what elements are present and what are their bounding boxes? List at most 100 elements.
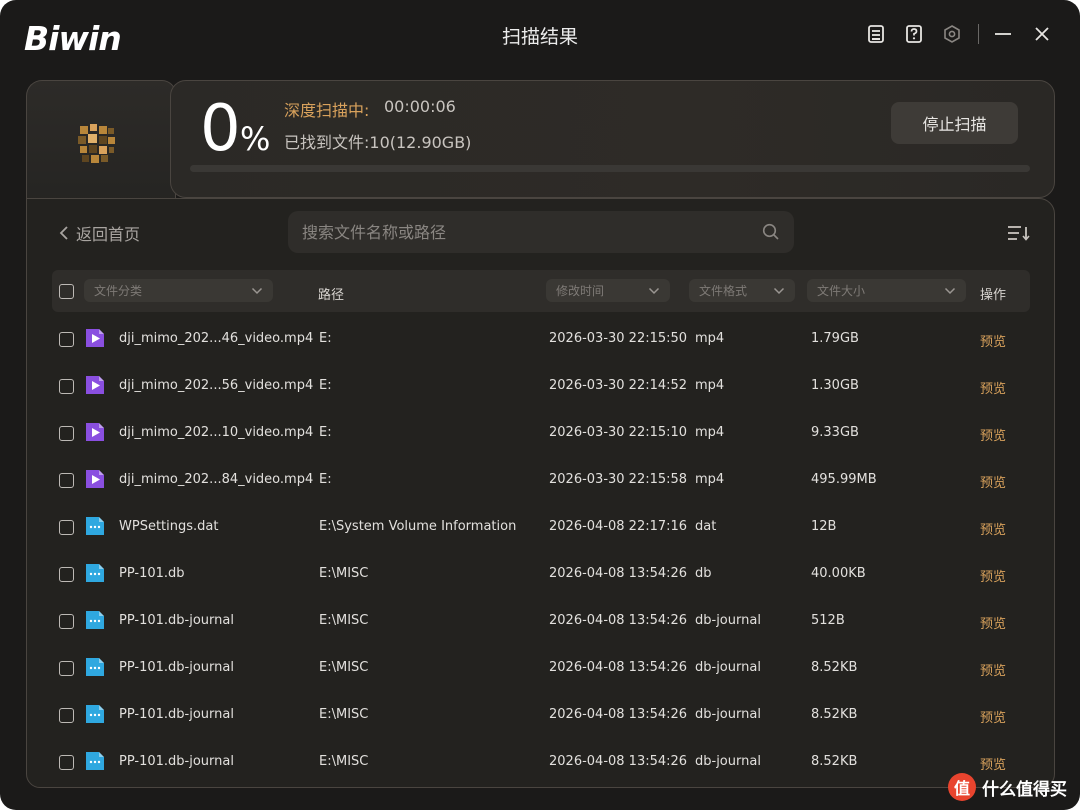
table-row[interactable]: dji_mimo_202...84_video.mp4 E: 2026-03-30 … [52, 458, 1030, 504]
file-size: 1.79GB [811, 331, 859, 346]
close-icon [1035, 27, 1049, 41]
file-name: PP-101.db [119, 566, 185, 581]
scan-found-count: 已找到文件:10(12.90GB) [284, 133, 472, 152]
preview-link[interactable]: 预览 [980, 331, 1006, 350]
table-row[interactable]: dji_mimo_202...46_video.mp4 E: 2026-03-30 … [52, 317, 1030, 363]
row-checkbox[interactable] [59, 473, 74, 488]
table-row[interactable]: WPSettings.dat E:\System Volume Informati… [52, 505, 1030, 551]
file-format: db-journal [695, 660, 761, 675]
file-format: db-journal [695, 707, 761, 722]
file-format: mp4 [695, 425, 725, 440]
file-size: 495.99MB [811, 472, 877, 487]
file-modified-time: 2026-03-30 22:15:58 [549, 472, 688, 487]
file-name: PP-101.db-journal [119, 707, 234, 722]
help-button[interactable] [902, 22, 926, 46]
preview-link[interactable]: 预览 [980, 707, 1006, 726]
sort-icon[interactable] [1006, 222, 1030, 244]
file-size: 8.52KB [811, 707, 858, 722]
minimize-button[interactable] [991, 22, 1015, 46]
scan-percent: 0 [200, 92, 241, 166]
preview-link[interactable]: 预览 [980, 660, 1006, 679]
file-modified-time: 2026-04-08 13:54:26 [549, 754, 688, 769]
back-home-link[interactable]: 返回首页 [58, 222, 140, 244]
preview-link[interactable]: 预览 [980, 566, 1006, 585]
select-all-checkbox[interactable] [59, 284, 74, 299]
preview-link[interactable]: 预览 [980, 472, 1006, 491]
row-checkbox[interactable] [59, 614, 74, 629]
close-button[interactable] [1030, 22, 1054, 46]
file-name: PP-101.db-journal [119, 613, 234, 628]
video-file-icon [86, 470, 104, 488]
preview-link[interactable]: 预览 [980, 425, 1006, 444]
file-path: E: [319, 472, 332, 487]
file-size: 1.30GB [811, 378, 859, 393]
table-row[interactable]: dji_mimo_202...56_video.mp4 E: 2026-03-30 … [52, 364, 1030, 410]
file-path: E:\MISC [319, 566, 369, 581]
row-checkbox[interactable] [59, 426, 74, 441]
row-checkbox[interactable] [59, 379, 74, 394]
file-modified-time: 2026-03-30 22:14:52 [549, 378, 688, 393]
file-modified-time: 2026-04-08 13:54:26 [549, 613, 688, 628]
path-column-header: 路径 [318, 288, 345, 303]
chevron-down-icon [773, 287, 785, 294]
file-modified-time: 2026-03-30 22:15:50 [549, 331, 688, 346]
search-icon[interactable] [762, 223, 780, 241]
row-checkbox[interactable] [59, 755, 74, 770]
help-icon [906, 25, 922, 43]
preview-link[interactable]: 预览 [980, 613, 1006, 632]
settings-button[interactable] [940, 22, 964, 46]
file-format: db-journal [695, 754, 761, 769]
file-path: E:\MISC [319, 707, 369, 722]
table-row[interactable]: PP-101.db-journal E:\MISC 2026-04-08 13:54… [52, 693, 1030, 739]
scan-progress-bar [190, 165, 1030, 172]
file-format: mp4 [695, 331, 725, 346]
file-name: dji_mimo_202...56_video.mp4 [119, 378, 314, 393]
row-checkbox[interactable] [59, 567, 74, 582]
watermark: 值 什么值得买 [948, 768, 1067, 806]
disk-manager-button[interactable] [864, 22, 888, 46]
file-name: dji_mimo_202...46_video.mp4 [119, 331, 314, 346]
stop-scan-button[interactable]: 停止扫描 [891, 102, 1018, 144]
search-input[interactable] [302, 222, 762, 242]
row-checkbox[interactable] [59, 708, 74, 723]
chevron-left-icon [59, 226, 68, 240]
minimize-icon [995, 33, 1011, 35]
row-checkbox[interactable] [59, 661, 74, 676]
table-row[interactable]: PP-101.db-journal E:\MISC 2026-04-08 13:54… [52, 599, 1030, 645]
format-filter-dropdown[interactable]: 文件格式 [689, 279, 795, 302]
app-window: Biwin 扫描结果 0 % 深度扫描中: 00:00:06 已找到文件:10(… [0, 0, 1080, 810]
video-file-icon [86, 329, 104, 347]
file-size: 512B [811, 613, 845, 628]
file-format: mp4 [695, 472, 725, 487]
title-bar-divider [978, 24, 979, 44]
preview-link[interactable]: 预览 [980, 519, 1006, 538]
file-name: WPSettings.dat [119, 519, 219, 534]
file-modified-time: 2026-03-30 22:15:10 [549, 425, 688, 440]
search-box [288, 211, 794, 253]
table-row[interactable]: dji_mimo_202...10_video.mp4 E: 2026-03-30 … [52, 411, 1030, 457]
title-bar: Biwin 扫描结果 [0, 0, 1080, 68]
file-modified-time: 2026-04-08 13:54:26 [549, 660, 688, 675]
preview-link[interactable]: 预览 [980, 378, 1006, 397]
file-path: E:\MISC [319, 754, 369, 769]
table-row[interactable]: PP-101.db E:\MISC 2026-04-08 13:54:26 db 40.… [52, 552, 1030, 598]
row-checkbox[interactable] [59, 520, 74, 535]
category-filter-label: 文件分类 [94, 284, 143, 298]
scan-status: 深度扫描中: [284, 101, 370, 120]
document-file-icon [86, 611, 104, 629]
row-checkbox[interactable] [59, 332, 74, 347]
scan-percent-sign: % [240, 120, 271, 158]
document-file-icon [86, 752, 104, 770]
file-name: PP-101.db-journal [119, 754, 234, 769]
modified-time-filter-dropdown[interactable]: 修改时间 [546, 279, 670, 302]
table-row[interactable]: PP-101.db-journal E:\MISC 2026-04-08 13:54… [52, 740, 1030, 786]
format-filter-label: 文件格式 [699, 284, 748, 298]
document-file-icon [86, 564, 104, 582]
video-file-icon [86, 423, 104, 441]
document-file-icon [86, 705, 104, 723]
file-format: mp4 [695, 378, 725, 393]
table-row[interactable]: PP-101.db-journal E:\MISC 2026-04-08 13:54… [52, 646, 1030, 692]
category-filter-dropdown[interactable]: 文件分类 [84, 279, 273, 302]
size-filter-dropdown[interactable]: 文件大小 [807, 279, 966, 302]
chevron-down-icon [648, 287, 660, 294]
